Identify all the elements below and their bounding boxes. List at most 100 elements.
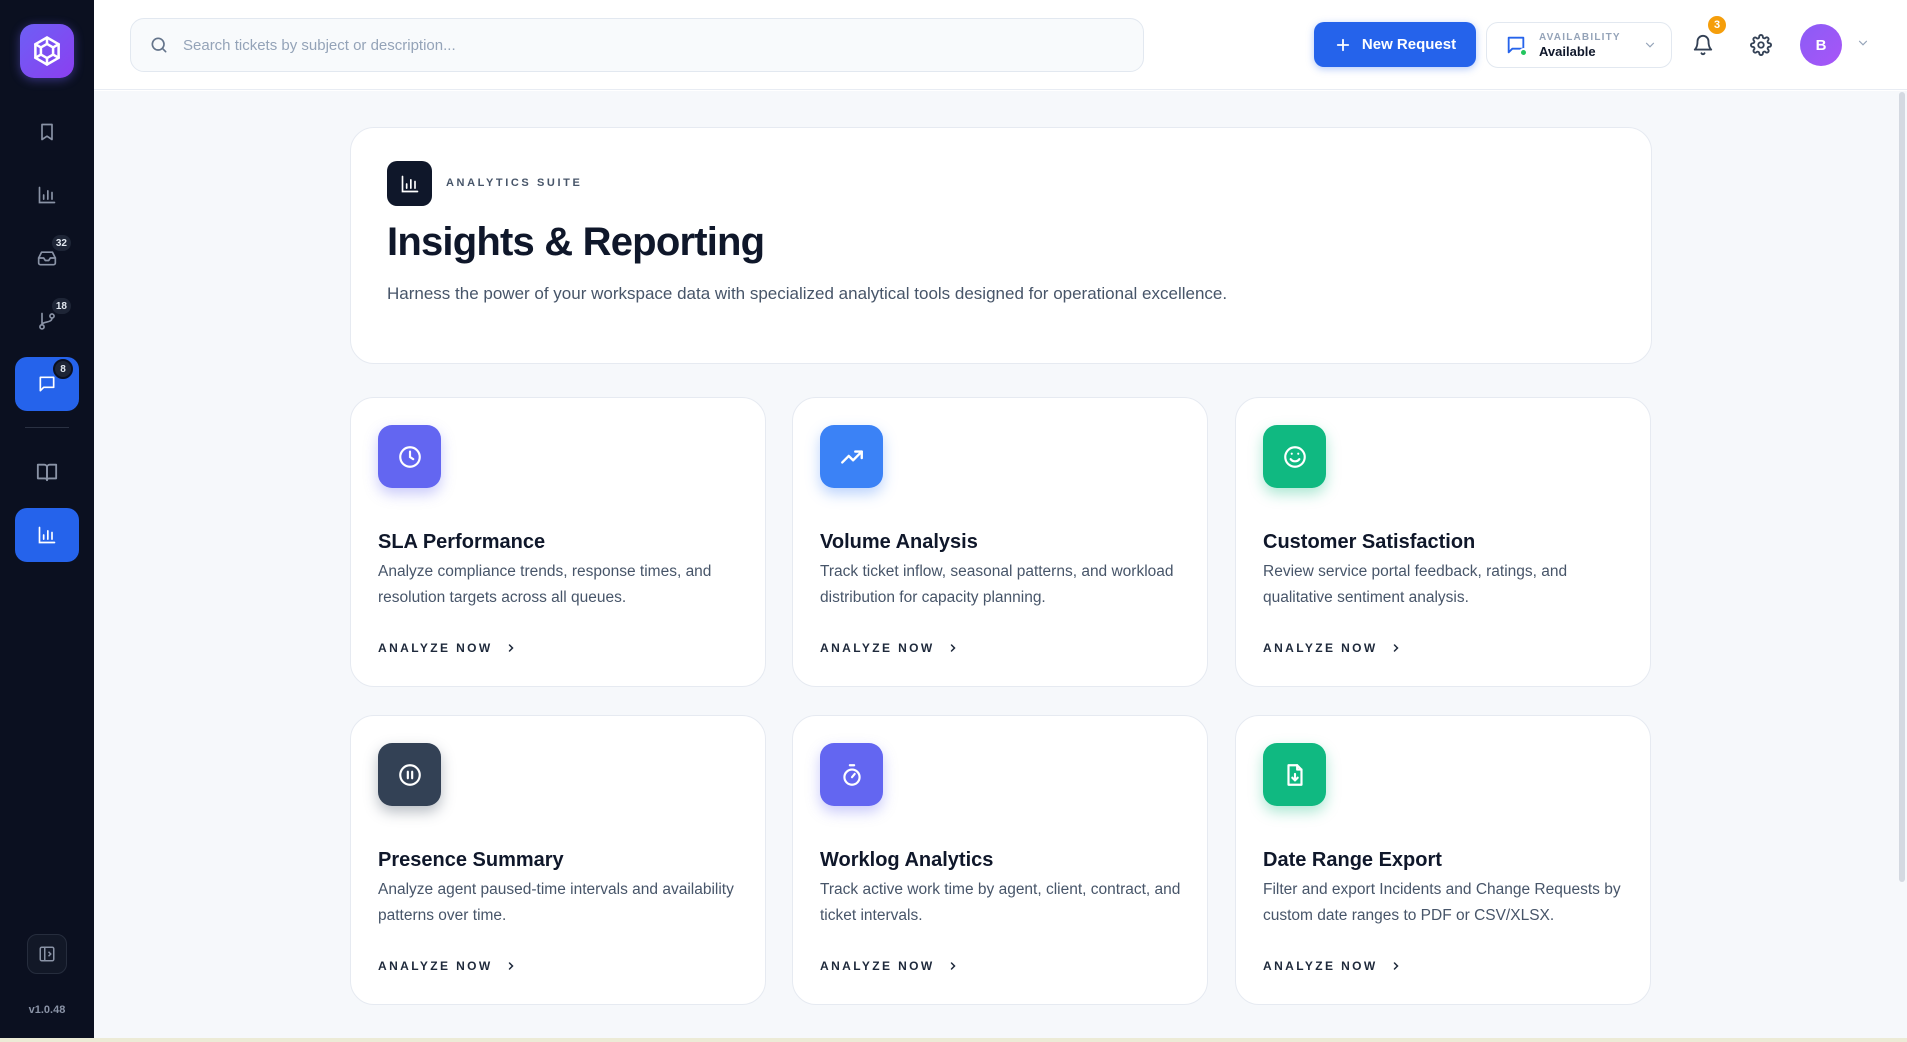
sla-icon-tile <box>378 425 441 488</box>
card-title: Date Range Export <box>1263 849 1442 871</box>
user-avatar[interactable]: B <box>1800 24 1842 66</box>
analyze-now-label: ANALYZE NOW <box>1263 959 1378 973</box>
card-description: Track active work time by agent, client,… <box>820 881 1181 924</box>
trending-up-icon <box>840 449 863 464</box>
smile-icon <box>1283 445 1306 468</box>
analyze-now-label: ANALYZE NOW <box>820 959 935 973</box>
availability-value: Available <box>1539 43 1596 59</box>
card-description: Analyze agent paused-time intervals and … <box>378 881 734 924</box>
window-bottom-edge <box>0 1038 1907 1042</box>
chat-count-badge: 8 <box>53 359 73 379</box>
chevron-right-icon <box>1393 644 1399 652</box>
volume-analysis-card[interactable]: Volume Analysis Track ticket inflow, sea… <box>792 397 1208 687</box>
availability-status-icon <box>1505 34 1528 57</box>
hero-panel: ANALYTICS SUITE Insights & Reporting Har… <box>350 127 1652 364</box>
card-description: Analyze compliance trends, response time… <box>378 563 712 606</box>
bar-chart-icon <box>401 175 418 192</box>
bell-icon <box>1693 35 1713 56</box>
sidebar-nav: 32 18 8 <box>15 96 79 562</box>
stopwatch-icon <box>842 763 861 786</box>
network-hexagon-icon <box>34 36 60 66</box>
page-scrollbar[interactable] <box>1899 92 1905 882</box>
analyze-now-link[interactable]: ANALYZE NOW <box>820 641 959 655</box>
analyze-now-link[interactable]: ANALYZE NOW <box>378 959 517 973</box>
card-title: Customer Satisfaction <box>1263 531 1476 553</box>
main-content: ANALYTICS SUITE Insights & Reporting Har… <box>94 91 1907 1038</box>
search-input[interactable] <box>183 36 1083 54</box>
search-box <box>130 18 1144 72</box>
gear-icon <box>1750 34 1772 56</box>
inbox-count-badge: 32 <box>49 233 73 253</box>
book-icon <box>36 463 58 482</box>
sidebar-item-changes[interactable]: 18 <box>15 294 79 348</box>
sidebar-divider <box>25 427 69 428</box>
analyze-now-link[interactable]: ANALYZE NOW <box>1263 641 1402 655</box>
presence-summary-card[interactable]: Presence Summary Analyze agent paused-ti… <box>350 715 766 1005</box>
date-range-export-card[interactable]: Date Range Export Filter and export Inci… <box>1235 715 1651 1005</box>
sidebar-item-knowledge-base[interactable] <box>15 445 79 499</box>
availability-dropdown[interactable]: AVAILABILITY Available <box>1486 22 1672 68</box>
export-icon-tile <box>1263 743 1326 806</box>
availability-caption: AVAILABILITY <box>1539 31 1621 43</box>
bar-chart-icon <box>38 186 56 204</box>
chevron-right-icon <box>508 962 514 970</box>
card-title: Worklog Analytics <box>820 849 994 871</box>
online-status-dot <box>1519 48 1528 57</box>
card-title: Presence Summary <box>378 849 564 871</box>
card-description: Review service portal feedback, ratings,… <box>1263 563 1568 606</box>
sidebar-item-chat[interactable]: 8 <box>15 357 79 411</box>
notifications-button[interactable]: 3 <box>1688 14 1728 60</box>
clock-icon <box>398 445 421 468</box>
sidebar-panel-icon <box>39 946 55 962</box>
sidebar-item-reports[interactable] <box>15 168 79 222</box>
chevron-down-icon <box>1645 42 1655 48</box>
analyze-now-label: ANALYZE NOW <box>820 641 935 655</box>
chevron-right-icon <box>508 644 514 652</box>
page-title: Insights & Reporting <box>387 220 765 264</box>
top-bar: New Request AVAILABILITY Available 3 B <box>94 0 1907 90</box>
search-icon <box>151 37 167 53</box>
analytics-suite-icon <box>387 161 432 206</box>
card-title: SLA Performance <box>378 531 546 553</box>
sidebar-item-analytics[interactable] <box>15 508 79 562</box>
pause-circle-icon <box>398 763 421 786</box>
analyze-now-link[interactable]: ANALYZE NOW <box>1263 959 1402 973</box>
analyze-now-label: ANALYZE NOW <box>378 641 493 655</box>
hero-eyebrow: ANALYTICS SUITE <box>446 177 583 189</box>
worklog-analytics-card[interactable]: Worklog Analytics Track active work time… <box>792 715 1208 1005</box>
presence-icon-tile <box>378 743 441 806</box>
collapse-sidebar-button[interactable] <box>27 934 67 974</box>
sidebar-item-bookmarks[interactable] <box>15 105 79 159</box>
analyze-now-link[interactable]: ANALYZE NOW <box>820 959 959 973</box>
page-description: Harness the power of your workspace data… <box>387 284 1228 303</box>
app-logo[interactable] <box>20 24 74 78</box>
new-request-button[interactable]: New Request <box>1314 22 1476 67</box>
analyze-now-link[interactable]: ANALYZE NOW <box>378 641 517 655</box>
chevron-down-icon[interactable] <box>1856 36 1870 50</box>
analyze-now-label: ANALYZE NOW <box>378 959 493 973</box>
chat-icon <box>39 376 55 392</box>
bookmark-icon <box>41 123 53 141</box>
card-title: Volume Analysis <box>820 531 978 553</box>
bar-chart-icon <box>38 526 56 544</box>
worklog-icon-tile <box>820 743 883 806</box>
chevron-right-icon <box>950 644 956 652</box>
customer-satisfaction-card[interactable]: Customer Satisfaction Review service por… <box>1235 397 1651 687</box>
card-description: Track ticket inflow, seasonal patterns, … <box>820 563 1174 606</box>
sla-performance-card[interactable]: SLA Performance Analyze compliance trend… <box>350 397 766 687</box>
chevron-right-icon <box>950 962 956 970</box>
app-version: v1.0.48 <box>28 1004 66 1016</box>
card-description: Filter and export Incidents and Change R… <box>1263 881 1621 924</box>
notification-count-badge: 3 <box>1706 14 1728 36</box>
csat-icon-tile <box>1263 425 1326 488</box>
analyze-now-label: ANALYZE NOW <box>1263 641 1378 655</box>
sidebar-item-inbox[interactable]: 32 <box>15 231 79 285</box>
changes-count-badge: 18 <box>49 296 73 316</box>
new-request-label: New Request <box>1361 36 1457 53</box>
file-download-icon <box>1286 763 1303 786</box>
volume-icon-tile <box>820 425 883 488</box>
sidebar: 32 18 8 v1.0.48 <box>0 0 94 1038</box>
plus-icon <box>1336 38 1350 51</box>
settings-button[interactable] <box>1746 30 1776 60</box>
chevron-right-icon <box>1393 962 1399 970</box>
